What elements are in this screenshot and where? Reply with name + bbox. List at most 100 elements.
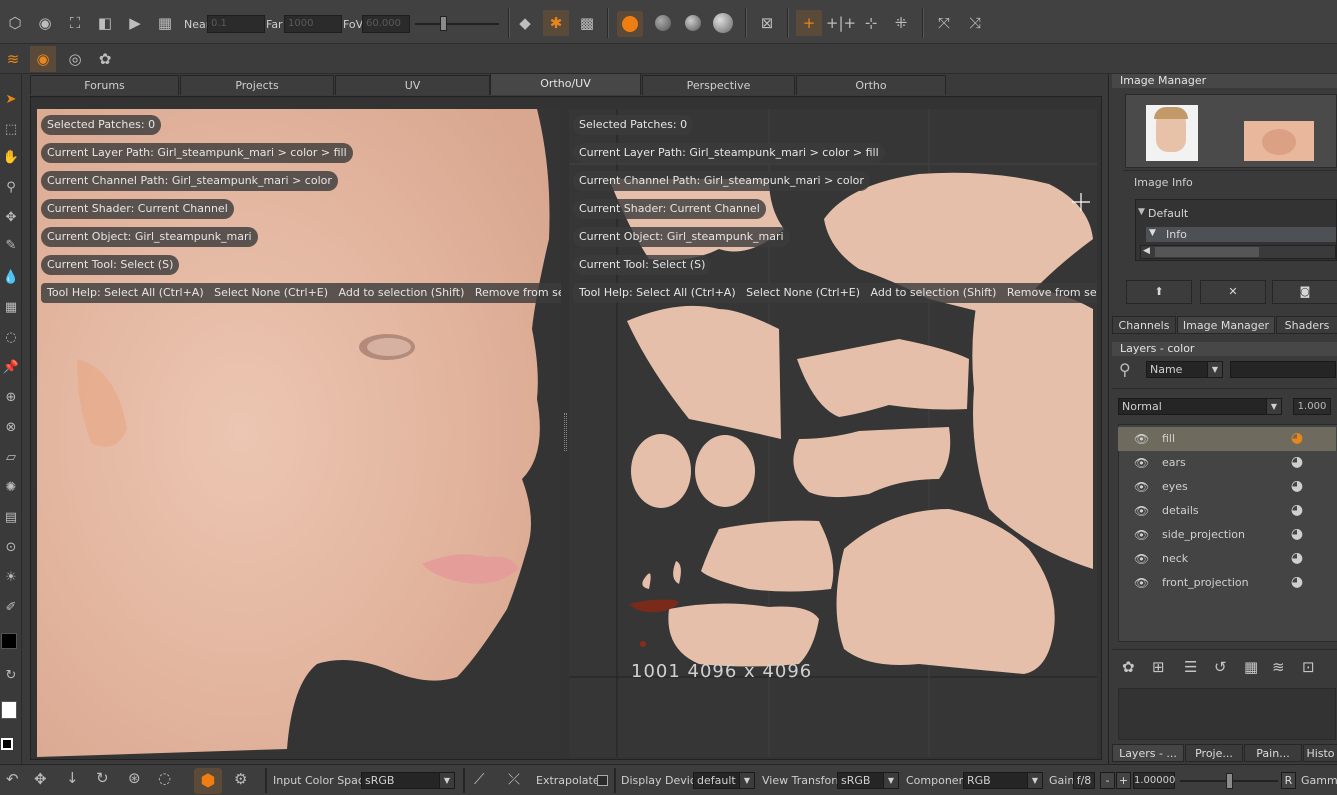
crosshair-h-icon[interactable]: +|+ — [826, 10, 856, 36]
uv-viewport[interactable]: Selected Patches: 0 Current Layer Path: … — [569, 109, 1097, 757]
eye-icon[interactable]: 👁 — [1134, 480, 1150, 494]
exposure-slider-handle[interactable] — [1226, 773, 1233, 789]
eye-toggle-icon[interactable]: ◉ — [30, 46, 56, 72]
wireframe-icon[interactable]: ✱ — [543, 10, 569, 36]
layer-row-eyes[interactable]: 👁 eyes ◕ — [1118, 475, 1336, 499]
palette-icon[interactable]: ◕ — [1288, 550, 1306, 568]
scroll-left-icon[interactable]: ◀ — [1143, 246, 1150, 256]
paint-visibility-icon[interactable]: ≋ — [0, 46, 26, 72]
eye-icon[interactable]: 👁 — [1134, 456, 1150, 470]
tab-shaders[interactable]: Shaders — [1276, 316, 1337, 334]
palette-icon[interactable]: ◕ — [1288, 502, 1306, 520]
down-arrow-icon[interactable]: ↓ — [66, 769, 79, 787]
reset-gain-button[interactable]: R — [1281, 772, 1296, 789]
clone-icon[interactable]: ⊗ — [1, 418, 21, 438]
tab-channels[interactable]: Channels — [1112, 316, 1176, 334]
sphere-full-icon[interactable] — [713, 13, 733, 33]
default-colors-icon[interactable] — [1, 738, 13, 750]
eye-icon[interactable]: 👁 — [1134, 528, 1150, 542]
splitter-handle[interactable] — [564, 413, 567, 451]
display-device-dropdown[interactable]: default ▼ — [693, 772, 755, 789]
opacity-field[interactable]: 1.000 — [1293, 398, 1331, 415]
extrapolate-icon[interactable]: ⤫ — [508, 770, 520, 788]
transform-icon[interactable]: ⤧ — [931, 10, 957, 36]
tree-info-row[interactable]: ▼ Info — [1146, 227, 1336, 242]
eye-icon[interactable]: 👁 — [1134, 504, 1150, 518]
lasso-icon[interactable]: ◌ — [1, 328, 21, 348]
eraser-icon[interactable]: ▱ — [1, 448, 21, 468]
thumbnail-face-photo[interactable] — [1146, 105, 1198, 161]
sphere-lit-icon[interactable] — [685, 15, 701, 31]
eye-icon[interactable]: 👁 — [1134, 552, 1150, 566]
ortho-viewport[interactable]: Selected Patches: 0 Current Layer Path: … — [37, 109, 561, 757]
exposure-field[interactable]: 1.00000 — [1133, 772, 1175, 789]
fov-slider-handle[interactable] — [440, 16, 447, 31]
curve-icon[interactable]: ⟋ — [474, 770, 485, 788]
tab-perspective[interactable]: Perspective — [642, 75, 795, 95]
tab-uv[interactable]: UV — [335, 75, 490, 95]
eyedropper-icon[interactable]: ✐ — [1, 598, 21, 618]
tab-ortho-uv[interactable]: Ortho/UV — [490, 73, 641, 95]
eye-view-icon[interactable]: ◉ — [32, 10, 58, 36]
sun-icon[interactable]: ☀ — [1, 568, 21, 588]
component-dropdown[interactable]: RGB ▼ — [963, 772, 1043, 789]
layer-row-front-projection[interactable]: 👁 front_projection ◕ — [1118, 571, 1336, 595]
tab-ortho[interactable]: Ortho — [796, 75, 946, 95]
crosshair-v-icon[interactable]: ⊹ — [858, 10, 884, 36]
rotate-icon[interactable]: ↻ — [96, 769, 109, 787]
thumbnail-nose-photo[interactable] — [1244, 121, 1314, 161]
layer-row-side-projection[interactable]: 👁 side_projection ◕ — [1118, 523, 1336, 547]
delete-image-button[interactable]: ✕ — [1200, 280, 1266, 304]
scrollbar-thumb[interactable] — [1155, 247, 1259, 257]
zoom-icon[interactable]: ⚲ — [1, 178, 21, 198]
frame-select-icon[interactable]: ⊠ — [754, 10, 780, 36]
layer-search-input[interactable] — [1230, 361, 1336, 378]
fov-slider[interactable] — [415, 23, 499, 25]
input-color-space-dropdown[interactable]: sRGB ▼ — [361, 772, 455, 789]
hand-icon[interactable]: ✋ — [1, 148, 21, 168]
add-layer-icon[interactable]: ⊞ — [1152, 658, 1165, 676]
tab-history[interactable]: Histo — [1303, 744, 1337, 762]
layer-filter-dropdown[interactable]: Name ▼ — [1146, 361, 1223, 378]
undo-icon[interactable]: ↶ — [6, 770, 19, 788]
frame-icon[interactable]: ⛶ — [62, 10, 88, 36]
marquee-select-icon[interactable]: ⬚ — [1, 120, 21, 140]
add-procedural-icon[interactable]: ↺ — [1214, 658, 1227, 676]
far-field[interactable]: 1000 — [284, 15, 342, 33]
grid-icon[interactable]: ▦ — [152, 10, 178, 36]
swap-colors-icon[interactable]: ↻ — [1, 666, 21, 686]
add-mask-icon[interactable]: ▦ — [1244, 658, 1258, 676]
flat-shade-button[interactable] — [617, 11, 643, 37]
drop-icon[interactable]: 💧 — [1, 268, 21, 288]
smudge-icon[interactable]: ⊕ — [1, 388, 21, 408]
extrapolate-checkbox[interactable] — [597, 775, 608, 786]
brush-icon[interactable]: ✎ — [1, 236, 21, 256]
fov-field[interactable]: 60.000 — [362, 15, 410, 33]
layer-row-ears[interactable]: 👁 ears ◕ — [1118, 451, 1336, 475]
palette-icon[interactable]: ◕ — [1288, 454, 1306, 472]
color-manager-button[interactable]: ⬢ — [194, 768, 222, 794]
crosshair-grid-icon[interactable]: ⁜ — [888, 10, 914, 36]
tab-projects[interactable]: Projects — [180, 75, 334, 95]
move-icon[interactable]: ✥ — [1, 208, 21, 228]
background-color-swatch[interactable] — [1, 701, 17, 719]
object-icon[interactable]: ◧ — [92, 10, 118, 36]
add-paint-layer-icon[interactable]: ✿ — [1122, 658, 1135, 676]
tab-painting[interactable]: Pain... — [1244, 744, 1302, 762]
palette-icon[interactable]: ✿ — [92, 46, 118, 72]
gradient-icon[interactable]: ▤ — [1, 508, 21, 528]
pin-icon[interactable]: 📌 — [1, 358, 21, 378]
play-icon[interactable]: ▶ — [122, 10, 148, 36]
cube-grid-icon[interactable]: ▦ — [1, 298, 21, 318]
shading-icon[interactable]: ◆ — [512, 10, 538, 36]
crosshair-icon[interactable]: + — [796, 10, 822, 36]
import-image-button[interactable]: ⬆ — [1126, 280, 1192, 304]
add-filter-icon[interactable]: ≋ — [1272, 658, 1285, 676]
add-group-icon[interactable]: ⊡ — [1302, 658, 1315, 676]
transform-settings-icon[interactable]: ⤨ — [962, 10, 988, 36]
circle-select-icon[interactable]: ◌ — [158, 769, 171, 787]
eye-icon[interactable]: ◎ — [62, 46, 88, 72]
palette-icon[interactable]: ◕ — [1288, 526, 1306, 544]
gain-minus-button[interactable]: - — [1100, 772, 1115, 789]
blur-icon[interactable]: ✺ — [1, 478, 21, 498]
